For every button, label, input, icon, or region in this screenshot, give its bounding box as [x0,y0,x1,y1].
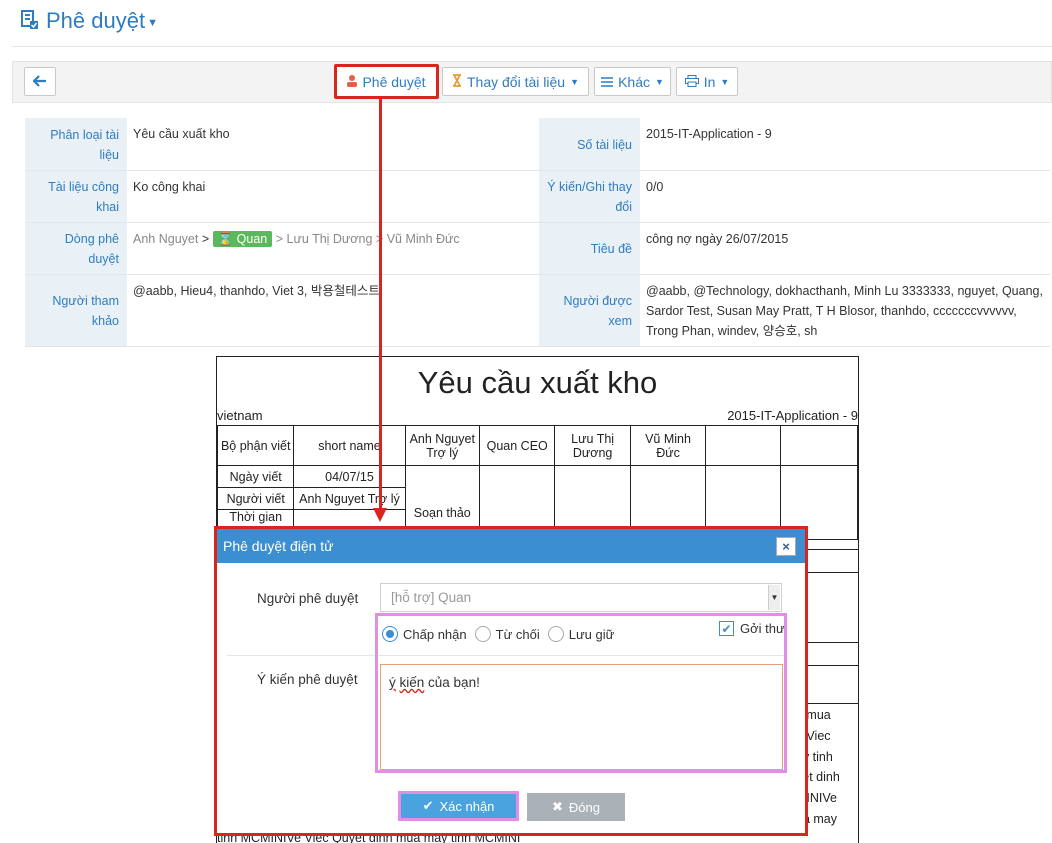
change-document-button[interactable]: Thay đổi tài liệu ▼ [442,67,589,96]
flow-label: Dòng phê duyệt [25,222,127,275]
writer-label: Người viết [217,487,295,510]
close-icon[interactable]: × [776,537,796,556]
chevron-down-icon: ▼ [655,76,664,87]
approver-select[interactable]: [hỗ trợ] Quan ▼ [380,583,782,612]
info-row: Phân loại tài liệu Yêu cầu xuất kho Số t… [25,118,1050,171]
flow-step[interactable]: Lưu Thị Dương [287,232,373,246]
short-name-header: short name [293,425,406,466]
chevron-down-icon: ▼ [570,76,579,87]
close-button[interactable]: ✖ Đóng [527,793,625,821]
hourglass-icon: ⌛ [217,231,234,246]
close-icon: ✖ [552,799,563,814]
close-label: Đóng [568,799,600,815]
viewers-label: Người được xem [539,274,640,347]
reference-label: Người tham khảo [25,274,127,347]
flow-separator: > [201,231,210,246]
menu-icon [601,74,614,90]
document-info-table: Phân loại tài liệu Yêu cầu xuất kho Số t… [25,118,1050,347]
viewers-value: @aabb, @Technology, dokhacthanh, Minh Lu… [640,274,1050,347]
printer-icon [684,74,699,90]
empty-header [705,425,782,466]
approve-button[interactable]: Phê duyệt [334,64,439,99]
info-row: Người tham khảo @aabb, Hieu4, thanhdo, V… [25,274,1050,347]
chevron-down-icon: ▼ [720,76,730,87]
approver-label: Người phê duyệt [257,591,359,606]
approver-value: [hỗ trợ] Quan [391,590,472,605]
date-value: 04/07/15 [293,465,406,488]
confirm-button[interactable]: ✔ Xác nhận [398,791,519,821]
public-value: Ko công khai [127,170,539,223]
page-title[interactable]: Phê duyệt [46,8,145,34]
approver-4-header: Vũ Minh Đức [629,425,707,466]
doc-number-label: Số tài liệu [539,118,640,171]
document-check-icon [20,9,40,34]
flow-step-current[interactable]: ⌛ Quan [212,230,273,247]
arrow-left-icon [32,74,47,90]
flow-step[interactable]: Anh Nguyet [133,232,198,246]
category-value: Yêu cầu xuất kho [127,118,539,171]
print-button[interactable]: In ▼ [676,67,738,96]
chevron-down-icon[interactable]: ▼ [768,585,780,610]
empty-header [780,425,858,466]
info-row: Tài liệu công khai Ko công khai Ý kiến/G… [25,170,1050,223]
dept-header: Bộ phận viết [217,425,295,466]
approver-3-header: Lưu Thị Dương [554,425,631,466]
document-approval-table: Bộ phận viết short name Anh Nguyet Trợ l… [217,425,858,540]
modal-title: Phê duyệt điện tử [223,538,334,554]
back-button[interactable] [24,67,56,96]
flow-step[interactable]: Vũ Minh Đức [387,232,460,246]
approval-flow: Anh Nguyet > ⌛ Quan > Lưu Thị Dương > Vũ… [127,222,539,275]
category-label: Phân loại tài liệu [25,118,127,171]
comment-label: Ý kiến phê duyệt [257,672,358,687]
page-header: Phê duyệt ▼ [20,6,158,36]
modal-header: Phê duyệt điện tử × [217,529,805,563]
approval-modal: Phê duyệt điện tử × Người phê duyệt [hỗ … [214,526,808,836]
flow-step-current-label: Quan [236,231,268,246]
document-company: vietnam [217,408,263,423]
toolbar: Phê duyệt Thay đổi tài liệu ▼ Khác ▼ In … [12,61,1052,103]
reference-value: @aabb, Hieu4, thanhdo, Viet 3, 박용철테스트 [127,274,539,347]
approve-label: Phê duyệt [362,73,426,90]
change-document-label: Thay đổi tài liệu [467,73,566,90]
approver-1-header: Anh Nguyet Trợ lý [404,425,481,466]
date-label: Ngày viết [217,465,295,488]
opinion-value: 0/0 [640,170,1050,223]
document-number: 2015-IT-Application - 9 [727,408,858,423]
confirm-label: Xác nhận [439,798,495,814]
highlight-box [375,613,787,773]
public-label: Tài liệu công khai [25,170,127,223]
header-divider [12,46,1052,47]
writer-value: Anh Nguyet Trợ lý [293,487,406,510]
other-menu-button[interactable]: Khác ▼ [594,67,671,96]
title-caret-icon[interactable]: ▼ [147,17,158,29]
print-label: In [703,73,716,90]
other-label: Khác [618,73,650,90]
subject-label: Tiêu đề [539,222,640,275]
approver-2-header: Quan CEO [479,425,556,466]
hourglass-icon [452,73,462,90]
user-icon [347,74,358,90]
flow-separator: > [275,231,284,246]
subject-value: công nợ ngày 26/07/2015 [640,222,1050,275]
doc-number-value: 2015-IT-Application - 9 [640,118,1050,171]
opinion-label: Ý kiến/Ghi thay đổi [539,170,640,223]
check-icon: ✔ [422,798,434,813]
annotation-arrow-head [373,508,387,522]
annotation-arrow [379,98,382,510]
document-title: Yêu cầu xuất kho [417,365,658,400]
info-row: Dòng phê duyệt Anh Nguyet > ⌛ Quan > Lưu… [25,222,1050,275]
